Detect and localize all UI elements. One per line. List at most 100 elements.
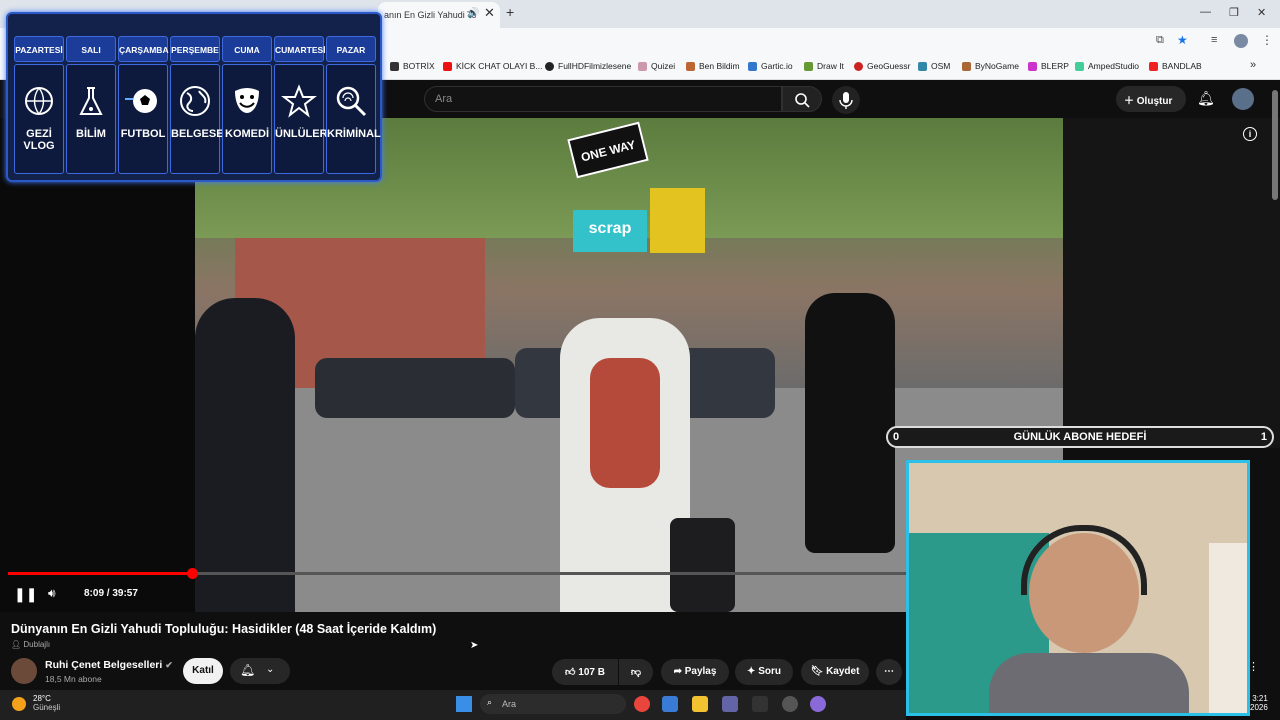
bookmarks-more-icon[interactable]: »: [1250, 59, 1256, 71]
taskbar-search[interactable]: Ara: [480, 694, 626, 714]
bookmark-item[interactable]: BANDLAB: [1149, 61, 1202, 71]
bookmark-item[interactable]: BOTRİX: [390, 61, 435, 71]
chevron-down-icon: ⌄: [266, 664, 275, 675]
minimize-icon[interactable]: —: [1200, 6, 1211, 18]
tab-audio-icon[interactable]: 🔊: [467, 8, 479, 19]
progress-bar-fill: [8, 572, 192, 575]
person-left: [195, 298, 295, 612]
weather-sun-icon[interactable]: [12, 697, 26, 711]
account-avatar[interactable]: [1232, 88, 1254, 110]
subscriber-count: 18,5 Mn abone: [45, 674, 102, 684]
bookmark-item[interactable]: Ben Bildim: [686, 61, 740, 71]
channel-name[interactable]: Ruhi Çenet Belgeselleri ✔: [45, 659, 173, 671]
weekly-schedule-overlay: PAZARTESİ SALI ÇARŞAMBA PERŞEMBE CUMA CU…: [6, 12, 382, 182]
bookmark-star-icon[interactable]: ★: [1177, 33, 1188, 47]
dislike-button[interactable]: 👎︎: [619, 659, 653, 685]
bookmark-item[interactable]: FullHDFilmizlesene: [545, 61, 631, 71]
tab-close-icon[interactable]: ✕: [484, 5, 495, 21]
bookmark-item[interactable]: Quizei: [638, 61, 675, 71]
share-button[interactable]: ➦ Paylaş: [661, 659, 729, 685]
app-icon[interactable]: [810, 696, 826, 712]
day-thursday: PERŞEMBE: [170, 36, 220, 62]
ask-button[interactable]: ✦ Soru: [735, 659, 793, 685]
plus-icon: ＋: [1124, 96, 1137, 107]
media-control-icon[interactable]: ≡: [1211, 34, 1217, 46]
create-button[interactable]: ＋ Oluştur: [1116, 86, 1186, 112]
bookmark-item[interactable]: OSM: [918, 61, 950, 71]
window-close-icon[interactable]: ✕: [1257, 6, 1266, 19]
bookmark-item[interactable]: ByNoGame: [962, 61, 1019, 71]
app-icon[interactable]: [662, 696, 678, 712]
save-button[interactable]: 🔖︎ Kaydet: [801, 659, 869, 685]
category-documentary: BELGESEL: [170, 64, 230, 174]
category-crime: KRİMİNAL: [326, 64, 381, 174]
microphone-icon: [839, 92, 853, 109]
red-backpack: [590, 358, 660, 488]
teams-icon[interactable]: [722, 696, 738, 712]
install-icon[interactable]: ⧉: [1156, 34, 1164, 47]
browser-menu-icon[interactable]: ⋮: [1261, 33, 1273, 47]
profile-avatar-icon[interactable]: [1234, 34, 1248, 48]
fingerprint-magnifier-icon: [336, 86, 367, 117]
video-letterbox-right: [1063, 118, 1280, 448]
star-icon: [281, 84, 317, 118]
bookmark-item[interactable]: Draw It: [804, 61, 844, 71]
day-saturday: CUMARTESİ: [274, 36, 326, 62]
join-button[interactable]: Katıl: [183, 658, 223, 684]
goal-current: 0: [893, 431, 900, 443]
dubbed-icon: 👤︎: [11, 640, 24, 649]
football-icon: [125, 89, 157, 113]
pause-icon[interactable]: ❚❚: [14, 586, 37, 603]
more-vertical-icon[interactable]: ⋮: [1248, 660, 1259, 673]
search-input[interactable]: Ara: [424, 86, 782, 112]
file-explorer-icon[interactable]: [692, 696, 708, 712]
bookmark-item[interactable]: Gartic.io: [748, 61, 793, 71]
thumbs-up-icon: 👍︎: [565, 667, 579, 678]
chrome-icon[interactable]: [634, 696, 650, 712]
bookmark-item[interactable]: KİCK CHAT OLAYI B...: [443, 61, 542, 71]
bookmark-item[interactable]: GeoGuessr: [854, 61, 910, 71]
day-tuesday: SALI: [66, 36, 116, 62]
obs-icon[interactable]: [782, 696, 798, 712]
taskbar-search-icon: ⌕: [487, 697, 493, 707]
windows-taskbar: [0, 690, 906, 720]
wall-background: [1209, 543, 1247, 713]
maximize-icon[interactable]: ❐: [1229, 6, 1239, 19]
page-scrollbar[interactable]: [1272, 90, 1278, 200]
progress-scrubber[interactable]: [186, 568, 198, 579]
mouse-cursor-icon: ➤: [470, 640, 479, 651]
category-travel: GEZİ VLOG: [14, 64, 64, 174]
browser-tab[interactable]: anın En Gizli Yahudi To: [378, 2, 500, 28]
channel-avatar[interactable]: [11, 658, 37, 684]
subscription-bell-button[interactable]: 🔔︎ ⌄: [230, 658, 290, 684]
category-celebrities: ÜNLÜLER: [274, 64, 328, 174]
search-button[interactable]: [782, 86, 822, 112]
subscriber-goal-bar: 0 GÜNLÜK ABONE HEDEFİ 1: [886, 426, 1274, 448]
earth-icon: [180, 86, 210, 116]
notifications-bell-icon[interactable]: 🔔︎: [1197, 90, 1215, 107]
taskbar-clock[interactable]: 3:21 2026: [1250, 694, 1268, 712]
tab-title: anın En Gizli Yahudi To: [384, 10, 477, 20]
bookmark-icon: 🔖︎: [810, 666, 827, 677]
dubbed-badge: 👤︎ Dublajlı: [11, 640, 51, 649]
shop-sign: scrap: [573, 210, 647, 252]
info-icon[interactable]: i: [1243, 127, 1257, 141]
theater-mask-icon: [235, 88, 259, 113]
bookmark-item[interactable]: BLERP: [1028, 61, 1069, 71]
day-sunday: PAZAR: [326, 36, 376, 62]
weather-widget[interactable]: 28°C Güneşli: [33, 694, 60, 712]
thumbs-down-icon: 👎︎: [630, 667, 642, 678]
volume-icon[interactable]: 🔊︎: [48, 586, 56, 601]
new-tab-icon[interactable]: +: [506, 4, 514, 20]
science-flask-icon: [79, 87, 103, 115]
category-comedy: KOMEDİ: [222, 64, 272, 174]
suitcase: [670, 518, 735, 612]
person-black-coat: [805, 293, 895, 553]
voice-search-button[interactable]: [832, 86, 860, 114]
epic-games-icon[interactable]: [752, 696, 768, 712]
like-button[interactable]: 👍︎ 107 B: [552, 659, 618, 685]
bookmark-item[interactable]: AmpedStudio: [1075, 61, 1139, 71]
windows-start-icon[interactable]: [456, 696, 472, 712]
more-actions-icon[interactable]: ⋯: [876, 659, 902, 685]
video-title: Dünyanın En Gizli Yahudi Topluluğu: Hasi…: [11, 622, 437, 636]
